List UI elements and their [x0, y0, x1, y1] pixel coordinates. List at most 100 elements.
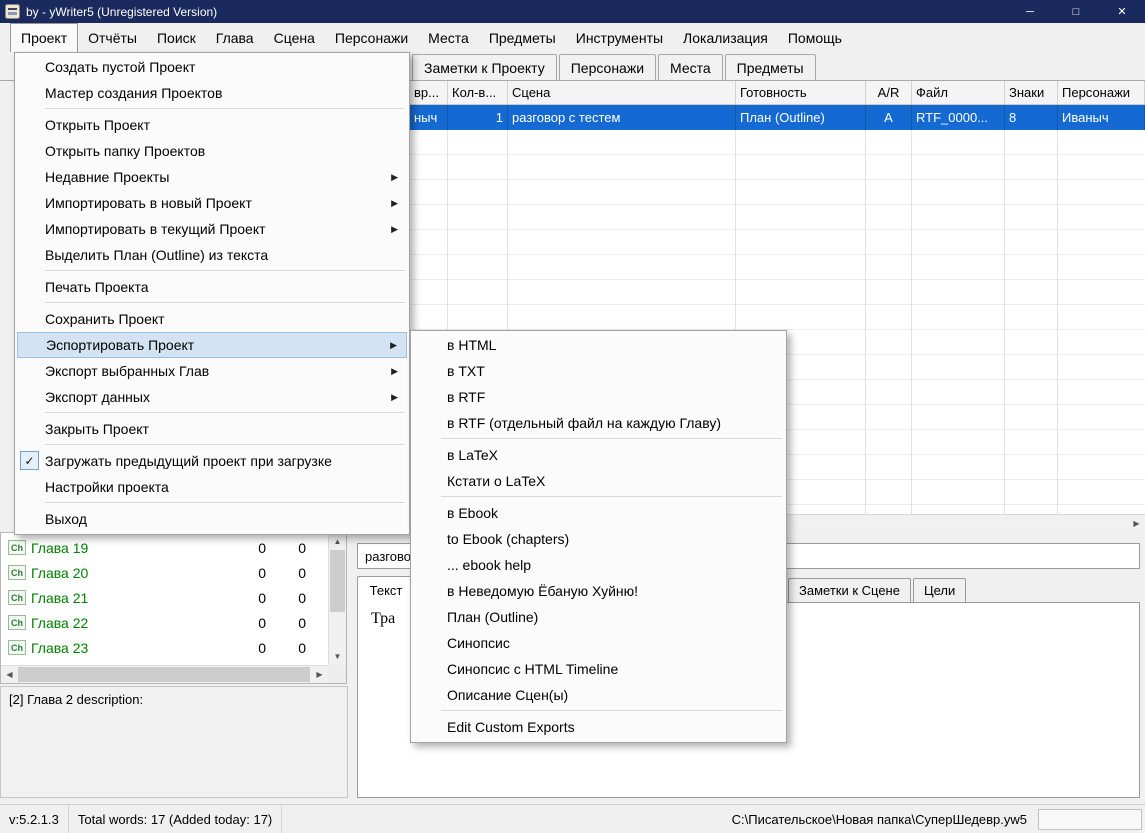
column-header[interactable]: Готовность — [736, 81, 866, 104]
menubar-item[interactable]: Предметы — [479, 23, 566, 52]
maximize-button[interactable]: □ — [1053, 0, 1099, 23]
main-tab[interactable]: Места — [658, 54, 723, 80]
tab-scene-text[interactable]: Текст — [357, 576, 415, 603]
column-header[interactable]: A/R — [866, 81, 912, 104]
scroll-up-icon[interactable]: ▲ — [329, 533, 346, 550]
main-tab[interactable]: Персонажи — [559, 54, 656, 80]
menu-item-label: в Ebook — [447, 505, 498, 521]
menu-item[interactable]: Выход — [17, 506, 407, 532]
menu-item[interactable]: Эспортировать Проект▶ — [17, 332, 407, 358]
chapter-row[interactable]: ChГлава 2100 — [1, 585, 328, 610]
menu-item[interactable]: в Ebook — [413, 500, 784, 526]
menu-item[interactable]: Закрыть Проект — [17, 416, 407, 442]
menu-item[interactable]: Синопсис с HTML Timeline — [413, 656, 784, 682]
chapter-row[interactable]: ChГлава 2200 — [1, 610, 328, 635]
chapter-row[interactable]: ChГлава 2300 — [1, 635, 328, 660]
table-cell[interactable]: RTF_0000... — [912, 105, 1005, 130]
menubar-item[interactable]: Инструменты — [566, 23, 673, 52]
menu-separator — [441, 496, 782, 497]
menu-item[interactable]: в HTML — [413, 332, 784, 358]
column-header[interactable]: вр... — [410, 81, 448, 104]
chapter-name: Глава 21 — [31, 590, 216, 606]
menu-item[interactable]: Открыть Проект — [17, 112, 407, 138]
menu-item[interactable]: в LaTeX — [413, 442, 784, 468]
menu-item[interactable]: Экспорт данных▶ — [17, 384, 407, 410]
table-cell[interactable]: План (Outline) — [736, 105, 866, 130]
menu-item[interactable]: Кстати о LaTeX — [413, 468, 784, 494]
horizontal-scrollbar-thumb[interactable] — [18, 667, 310, 682]
submenu-arrow-icon: ▶ — [391, 224, 398, 235]
menu-item[interactable]: Создать пустой Проект — [17, 54, 407, 80]
menubar-item[interactable]: Места — [418, 23, 479, 52]
menu-item[interactable]: Недавние Проекты▶ — [17, 164, 407, 190]
close-button[interactable]: ✕ — [1099, 0, 1145, 23]
menubar-item[interactable]: Глава — [206, 23, 264, 52]
menu-item[interactable]: Импортировать в текущий Проект▶ — [17, 216, 407, 242]
column-header[interactable]: Файл — [912, 81, 1005, 104]
menu-item[interactable]: to Ebook (chapters) — [413, 526, 784, 552]
menu-item[interactable]: Синопсис — [413, 630, 784, 656]
column-header[interactable]: Персонажи — [1058, 81, 1145, 104]
scroll-right-icon[interactable]: ▶ — [311, 666, 328, 683]
menu-item-label: Печать Проекта — [45, 279, 149, 295]
menubar-item[interactable]: Локализация — [673, 23, 778, 52]
menu-item[interactable]: Импортировать в новый Проект▶ — [17, 190, 407, 216]
chapter-row[interactable]: ChГлава 1900 — [1, 535, 328, 560]
scroll-down-icon[interactable]: ▼ — [329, 648, 346, 665]
table-cell[interactable]: ныч — [410, 105, 448, 130]
chapter-row[interactable]: ChГлава 2000 — [1, 560, 328, 585]
scroll-left-icon[interactable]: ◀ — [1, 666, 18, 683]
vertical-scrollbar-thumb[interactable] — [330, 550, 345, 612]
menu-item[interactable]: в RTF (отдельный файл на каждую Главу) — [413, 410, 784, 436]
submenu-arrow-icon: ▶ — [391, 172, 398, 183]
chapter-words-count: 0 — [216, 590, 266, 606]
menu-item[interactable]: в Неведомую Ёбаную Хуйню! — [413, 578, 784, 604]
menu-item-label: в TXT — [447, 363, 485, 379]
menu-item[interactable]: Печать Проекта — [17, 274, 407, 300]
menu-item[interactable]: Описание Сцен(ы) — [413, 682, 784, 708]
menubar-item[interactable]: Проект — [10, 23, 78, 52]
column-header[interactable]: Сцена — [508, 81, 736, 104]
tab-scene-notes[interactable]: Заметки к Сцене — [788, 578, 911, 602]
menubar-item[interactable]: Помощь — [778, 23, 852, 52]
menu-item[interactable]: в RTF — [413, 384, 784, 410]
chapter-horizontal-scrollbar[interactable]: ◀ ▶ — [1, 665, 328, 683]
menubar-item[interactable]: Отчёты — [78, 23, 147, 52]
checkmark-icon: ✓ — [20, 451, 39, 470]
menu-item-label: Кстати о LaTeX — [447, 473, 545, 489]
tab-scene-goals[interactable]: Цели — [913, 578, 966, 602]
menu-item[interactable]: Выделить План (Outline) из текста — [17, 242, 407, 268]
menu-item[interactable]: ... ebook help — [413, 552, 784, 578]
table-cell[interactable]: A — [866, 105, 912, 130]
minimize-button[interactable]: ─ — [1007, 0, 1053, 23]
menu-item[interactable]: План (Outline) — [413, 604, 784, 630]
table-cell[interactable]: Иваныч — [1058, 105, 1145, 130]
table-cell[interactable]: 1 — [448, 105, 508, 130]
menu-separator — [45, 502, 405, 503]
main-tab[interactable]: Предметы — [725, 54, 816, 80]
submenu-arrow-icon: ▶ — [391, 366, 398, 377]
chapter-words-count: 0 — [216, 565, 266, 581]
menu-item[interactable]: Открыть папку Проектов — [17, 138, 407, 164]
column-header[interactable]: Кол-в... — [448, 81, 508, 104]
menubar-item[interactable]: Сцена — [264, 23, 325, 52]
menu-item[interactable]: Edit Custom Exports — [413, 714, 784, 740]
menu-item[interactable]: Сохранить Проект — [17, 306, 407, 332]
menu-item[interactable]: в TXT — [413, 358, 784, 384]
menubar-item[interactable]: Персонажи — [325, 23, 418, 52]
main-tab[interactable]: Заметки к Проекту — [412, 54, 557, 80]
menu-item-label: Описание Сцен(ы) — [447, 687, 568, 703]
scroll-right-icon[interactable]: ▶ — [1128, 515, 1145, 531]
menu-item[interactable]: Экспорт выбранных Глав▶ — [17, 358, 407, 384]
menubar-item[interactable]: Поиск — [147, 23, 206, 52]
menu-separator — [441, 710, 782, 711]
selected-scene-row[interactable]: ныч1разговор с тестемПлан (Outline)ARTF_… — [410, 105, 1145, 130]
menu-item[interactable]: Настройки проекта — [17, 474, 407, 500]
menu-item[interactable]: Загружать предыдущий проект при загрузке… — [17, 448, 407, 474]
table-cell[interactable]: 8 — [1005, 105, 1058, 130]
column-header[interactable]: Знаки — [1005, 81, 1058, 104]
menu-item[interactable]: Мастер создания Проектов — [17, 80, 407, 106]
table-cell[interactable]: разговор с тестем — [508, 105, 736, 130]
chapter-words-count: 0 — [216, 540, 266, 556]
chapter-vertical-scrollbar[interactable]: ▲ ▼ — [328, 533, 346, 665]
